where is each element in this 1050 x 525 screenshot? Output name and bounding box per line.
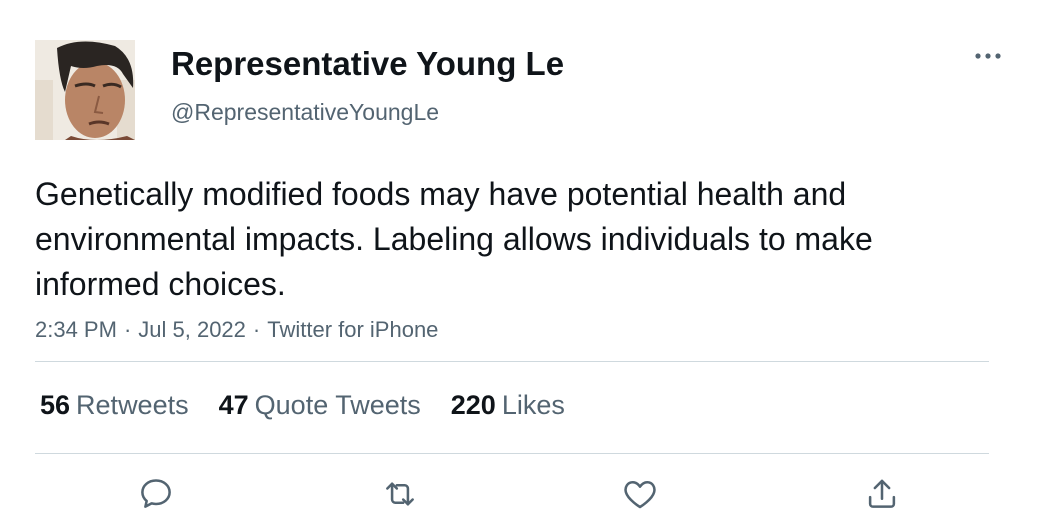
- share-upload-icon: [868, 479, 896, 508]
- user-handle[interactable]: @RepresentativeYoungLe: [171, 98, 439, 126]
- quote-tweets-count: 47: [218, 390, 249, 420]
- likes-label: Likes: [501, 390, 565, 420]
- separator-dot: ·: [252, 317, 261, 342]
- likes-stat[interactable]: 220 Likes: [451, 388, 565, 422]
- likes-count: 220: [450, 390, 496, 420]
- display-name[interactable]: Representative Young Le: [171, 44, 564, 84]
- retweets-count: 56: [40, 390, 71, 420]
- more-options-button[interactable]: [968, 42, 1008, 70]
- engagement-stats: 56 Retweets 47 Quote Tweets 220 Likes: [40, 388, 595, 422]
- tweet-date[interactable]: Jul 5, 2022: [138, 317, 246, 342]
- reply-button[interactable]: [137, 475, 175, 513]
- speech-bubble-icon: [141, 479, 171, 508]
- tweet-metadata: 2:34 PM · Jul 5, 2022 · Twitter for iPhone: [35, 316, 438, 344]
- retweets-stat[interactable]: 56 Retweets: [40, 388, 189, 422]
- retweet-arrows-icon: [386, 482, 414, 506]
- divider: [35, 453, 989, 454]
- quote-tweets-label: Quote Tweets: [254, 390, 421, 420]
- heart-icon: [624, 481, 656, 509]
- like-button[interactable]: [621, 475, 659, 513]
- divider: [35, 361, 989, 362]
- avatar[interactable]: [35, 40, 135, 140]
- retweet-button[interactable]: [381, 475, 419, 513]
- tweet-source[interactable]: Twitter for iPhone: [267, 317, 438, 342]
- share-button[interactable]: [863, 475, 901, 513]
- profile-photo: [35, 40, 135, 140]
- quote-tweets-stat[interactable]: 47 Quote Tweets: [219, 388, 421, 422]
- tweet-text: Genetically modified foods may have pote…: [35, 176, 873, 302]
- retweets-label: Retweets: [76, 390, 189, 420]
- separator-dot: ·: [123, 317, 132, 342]
- ellipsis-icon: [975, 53, 1001, 59]
- tweet-time[interactable]: 2:34 PM: [35, 317, 117, 342]
